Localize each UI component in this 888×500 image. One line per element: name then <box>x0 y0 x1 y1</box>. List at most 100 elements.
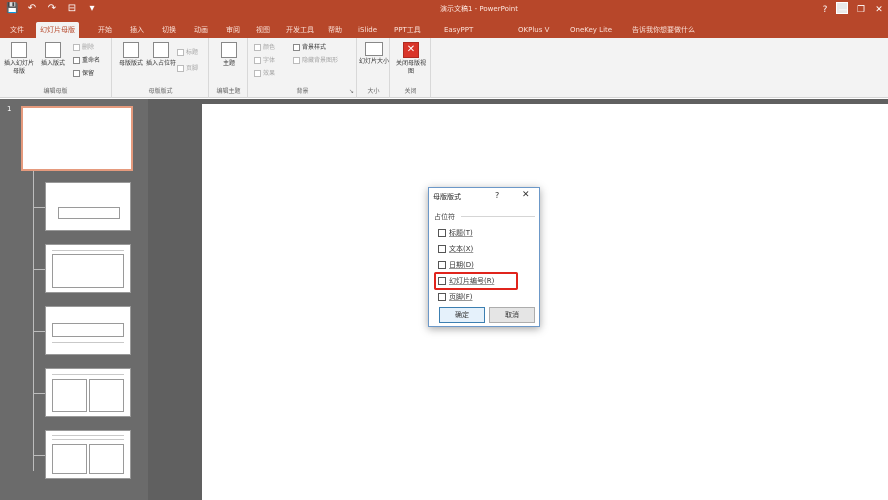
layout-thumbnail[interactable] <box>45 430 131 479</box>
help-icon[interactable]: ? <box>816 0 834 20</box>
tab-onekey[interactable]: OneKey Lite <box>566 22 616 38</box>
save-icon[interactable]: 💾 <box>6 3 18 15</box>
tree-connector <box>33 171 34 471</box>
placeholder-shape <box>52 444 87 474</box>
checkbox-icon <box>293 57 300 64</box>
fonts-icon <box>254 57 261 64</box>
tab-view[interactable]: 视图 <box>252 22 274 38</box>
group-edit-master: 插入幻灯片母版 插入版式 删除 重命名 保留 编辑母版 <box>0 38 112 98</box>
restore-button[interactable]: ❐ <box>852 0 870 20</box>
tree-connector <box>33 393 45 394</box>
slide-master-thumbnail[interactable] <box>21 106 133 171</box>
delete-button[interactable]: 删除 <box>73 43 94 53</box>
group-label-close: 关闭 <box>404 88 417 95</box>
group-label-master-layout: 母版版式 <box>148 88 173 95</box>
slide-number: 1 <box>7 105 12 113</box>
tab-slide-master[interactable]: 幻灯片母版 <box>36 22 79 38</box>
tab-transitions[interactable]: 切换 <box>158 22 180 38</box>
checkbox[interactable] <box>438 229 446 237</box>
option-footer[interactable]: 页脚(F) <box>438 291 473 303</box>
tree-connector <box>33 331 45 332</box>
background-styles-dropdown[interactable]: 背景样式 <box>293 43 326 53</box>
help-icon[interactable]: ? <box>495 191 499 200</box>
title-bar: 💾 ↶ ↷ ⊟ ▾ 演示文稿1 - PowerPoint ? — ❐ ✕ <box>0 0 888 20</box>
slide-size-button[interactable]: 幻灯片大小 <box>359 42 389 66</box>
option-date[interactable]: 日期(D) <box>438 259 474 271</box>
layout-thumbnail[interactable] <box>45 182 131 231</box>
ribbon: 插入幻灯片母版 插入版式 删除 重命名 保留 编辑母版 母版版式 插入占位符 标… <box>0 38 888 98</box>
insert-placeholder-button[interactable]: 插入占位符 <box>146 42 176 68</box>
highlight-box <box>434 272 518 290</box>
delete-icon <box>73 44 80 51</box>
tab-ppt-tools[interactable]: PPT工具 <box>390 22 425 38</box>
minimize-button[interactable]: — <box>834 0 852 20</box>
placeholder-line <box>52 439 124 440</box>
window-controls: ? — ❐ ✕ <box>816 0 888 20</box>
insert-slide-master-button[interactable]: 插入幻灯片母版 <box>4 42 34 76</box>
customize-qat-icon[interactable]: ▾ <box>86 3 98 15</box>
placeholders-heading: 占位符 <box>434 213 455 221</box>
placeholder-shape <box>89 444 124 474</box>
tree-connector <box>33 207 45 208</box>
placeholder-shape <box>89 379 124 412</box>
tab-islide[interactable]: iSlide <box>354 22 381 38</box>
tab-animations[interactable]: 动画 <box>190 22 212 38</box>
tab-review[interactable]: 审阅 <box>222 22 244 38</box>
close-icon[interactable]: ✕ <box>522 190 530 200</box>
tab-insert[interactable]: 插入 <box>126 22 148 38</box>
background-styles-icon <box>293 44 300 51</box>
tell-me-search[interactable]: 告诉我你想要做什么 <box>628 22 699 38</box>
hide-background-checkbox[interactable]: 隐藏背景图形 <box>293 56 338 66</box>
option-text[interactable]: 文本(X) <box>438 243 473 255</box>
close-master-view-button[interactable]: ✕ 关闭母版视图 <box>396 42 426 76</box>
checkbox[interactable] <box>438 261 446 269</box>
layout-thumbnail[interactable] <box>45 306 131 355</box>
rename-icon <box>73 57 80 64</box>
checkbox-icon <box>177 65 184 72</box>
group-label-size: 大小 <box>367 88 380 95</box>
placeholder-line <box>52 342 124 343</box>
placeholder-shape <box>52 379 87 412</box>
checkbox[interactable] <box>438 293 446 301</box>
layout-thumbnail[interactable] <box>45 368 131 417</box>
tab-home[interactable]: 开始 <box>94 22 116 38</box>
checkbox-icon <box>177 49 184 56</box>
tab-easyppt[interactable]: EasyPPT <box>440 22 477 38</box>
title-checkbox[interactable]: 标题 <box>177 48 198 58</box>
slide-canvas[interactable] <box>202 104 888 500</box>
rename-button[interactable]: 重命名 <box>73 56 100 66</box>
layout-thumbnail[interactable] <box>45 244 131 293</box>
redo-icon[interactable]: ↷ <box>46 3 58 15</box>
close-button[interactable]: ✕ <box>870 0 888 20</box>
footer-checkbox[interactable]: 页脚 <box>177 64 198 74</box>
group-master-layout: 母版版式 插入占位符 标题 页脚 母版版式 <box>113 38 209 98</box>
effects-icon <box>254 70 261 77</box>
master-layout-dialog: 母版版式 ? ✕ 占位符 标题(T) 文本(X) 日期(D) 幻灯片编号(R) … <box>428 187 540 327</box>
undo-icon[interactable]: ↶ <box>26 3 38 15</box>
fonts-dropdown[interactable]: 字体 <box>254 56 275 66</box>
tab-help[interactable]: 帮助 <box>324 22 346 38</box>
placeholder-icon <box>153 42 169 58</box>
present-icon[interactable]: ⊟ <box>66 3 78 15</box>
option-slide-number[interactable]: 幻灯片编号(R) <box>434 272 518 290</box>
checkbox[interactable] <box>438 245 446 253</box>
ok-button[interactable]: 确定 <box>439 307 485 323</box>
tab-developer[interactable]: 开发工具 <box>282 22 318 38</box>
master-layout-icon <box>123 42 139 58</box>
preserve-button[interactable]: 保留 <box>73 69 94 79</box>
themes-button[interactable]: 主题 <box>214 42 244 68</box>
option-title[interactable]: 标题(T) <box>438 227 473 239</box>
tab-file[interactable]: 文件 <box>6 22 28 38</box>
cancel-button[interactable]: 取消 <box>489 307 535 323</box>
group-background: 颜色 字体 效果 背景样式 隐藏背景图形 ↘ 背景 <box>249 38 357 98</box>
placeholder-shape <box>52 254 124 288</box>
effects-dropdown[interactable]: 效果 <box>254 69 275 79</box>
master-layout-button[interactable]: 母版版式 <box>116 42 146 68</box>
group-size: 幻灯片大小 大小 <box>358 38 390 98</box>
insert-layout-button[interactable]: 插入版式 <box>38 42 68 68</box>
slide-master-icon <box>11 42 27 58</box>
preserve-icon <box>73 70 80 77</box>
tab-okplus[interactable]: OKPlus V <box>514 22 553 38</box>
colors-dropdown[interactable]: 颜色 <box>254 43 275 53</box>
placeholder-line <box>52 435 124 436</box>
